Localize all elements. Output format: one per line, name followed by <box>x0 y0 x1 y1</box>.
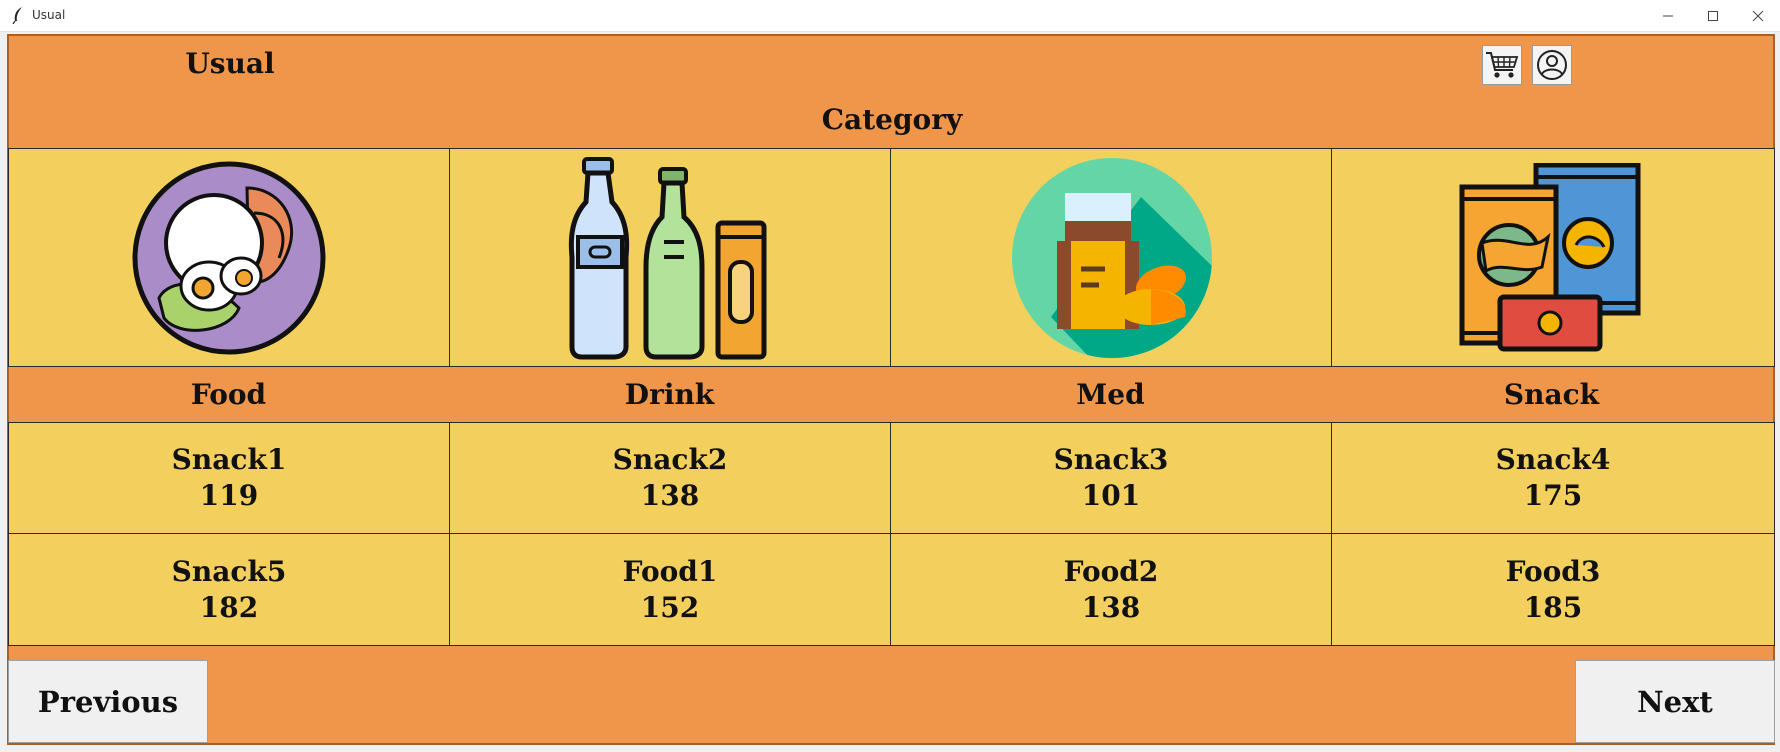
product-name: Food3 <box>1505 554 1601 588</box>
category-label-food[interactable]: Food <box>8 378 449 411</box>
product-card[interactable]: Food3 185 <box>1331 533 1775 646</box>
product-name: Snack4 <box>1495 443 1611 476</box>
category-tile-med[interactable] <box>890 148 1332 367</box>
product-name: Snack5 <box>171 554 287 588</box>
product-card[interactable]: Snack1 119 <box>8 422 450 534</box>
close-button[interactable] <box>1735 0 1780 31</box>
product-card[interactable]: Snack3 101 <box>890 422 1332 534</box>
category-heading: Category <box>821 103 963 136</box>
medicine-icon <box>1012 158 1212 358</box>
product-card[interactable]: Snack4 175 <box>1331 422 1775 534</box>
bottles-icon <box>568 157 767 360</box>
product-card[interactable]: Food1 152 <box>449 533 891 646</box>
product-price: 152 <box>640 590 700 624</box>
category-label-snack[interactable]: Snack <box>1331 378 1772 411</box>
product-card[interactable]: Food2 138 <box>890 533 1332 646</box>
product-price: 138 <box>1081 590 1141 624</box>
close-icon <box>1752 10 1764 21</box>
feather-icon <box>12 7 22 24</box>
category-tile-drink[interactable] <box>449 148 891 367</box>
rice-bowl-icon <box>132 161 326 355</box>
minimize-icon <box>1663 15 1673 16</box>
product-price: 119 <box>199 479 259 512</box>
product-name: Food2 <box>1063 554 1159 588</box>
cart-icon <box>1486 52 1519 78</box>
product-price: 138 <box>640 479 700 512</box>
category-tile-food[interactable] <box>8 148 450 367</box>
cart-button[interactable] <box>1482 45 1522 85</box>
product-name: Food1 <box>622 554 718 588</box>
app-title: Usual <box>185 47 275 80</box>
maximize-icon <box>1708 10 1718 21</box>
maximize-button[interactable] <box>1690 0 1736 31</box>
product-name: Snack2 <box>612 443 728 476</box>
product-name: Snack1 <box>171 443 287 476</box>
product-name: Snack3 <box>1053 443 1169 476</box>
product-card[interactable]: Snack2 138 <box>449 422 891 534</box>
product-price: 182 <box>199 590 259 624</box>
product-card[interactable]: Snack5 182 <box>8 533 450 646</box>
next-button[interactable]: Next <box>1575 660 1775 743</box>
snack-packs-icon <box>1459 163 1641 352</box>
window-title: Usual <box>32 8 66 22</box>
previous-button[interactable]: Previous <box>8 660 208 743</box>
profile-button[interactable] <box>1532 45 1572 85</box>
minimize-button[interactable] <box>1645 0 1691 31</box>
product-price: 101 <box>1081 479 1141 512</box>
category-label-med[interactable]: Med <box>890 378 1331 411</box>
product-price: 185 <box>1523 590 1583 624</box>
product-price: 175 <box>1523 479 1583 512</box>
category-label-drink[interactable]: Drink <box>449 378 890 411</box>
category-tile-snack[interactable] <box>1331 148 1775 367</box>
window-titlebar: Usual <box>0 0 1780 32</box>
user-profile-icon <box>1537 50 1567 80</box>
